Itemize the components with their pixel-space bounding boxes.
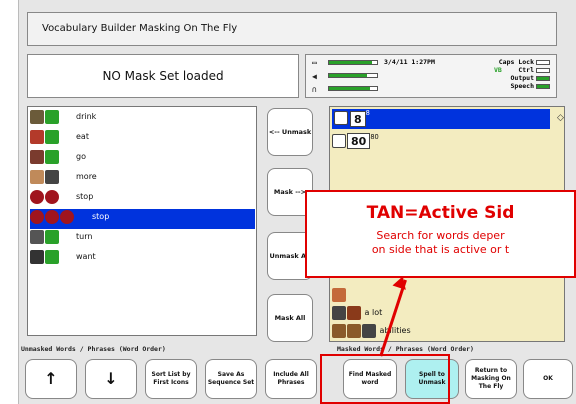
symbol-icon [332, 324, 346, 338]
symbol-icon [30, 150, 44, 164]
stop-sign-icon [45, 190, 59, 204]
caps-lock-indicator: Caps Lock [499, 58, 550, 66]
number-superscript: 8 [365, 109, 370, 117]
mask-status-box: NO Mask Set loaded [27, 54, 299, 98]
list-item[interactable]: drink [30, 109, 255, 129]
list-item[interactable]: more [30, 169, 255, 189]
mask-all-button[interactable]: Mask All [267, 294, 313, 342]
list-item-label: go [76, 152, 86, 161]
list-item[interactable]: want [30, 249, 255, 269]
unmask-button[interactable]: <-- Unmask [267, 108, 313, 156]
list-item[interactable]: stop [30, 189, 255, 209]
move-up-button[interactable]: ↑ [25, 359, 77, 399]
symbol-icon [30, 250, 44, 264]
status-panel: ▭ ◀ ∩ 3/4/11 1:27PM VB Caps Lock Ctrl Ou… [305, 54, 557, 98]
symbol-icon [332, 288, 346, 302]
symbol-icon [45, 150, 59, 164]
list-item-label: stop [76, 192, 94, 201]
symbol-icon [45, 130, 59, 144]
arrow-down-icon: ↓ [104, 369, 118, 388]
list-item-label: a lot [364, 308, 383, 317]
headphones-icon: ∩ [312, 85, 317, 94]
stop-sign-icon [30, 210, 44, 224]
sort-list-button[interactable]: Sort List by First Icons [145, 359, 197, 399]
list-item[interactable]: 80 80 [332, 133, 379, 149]
symbol-icon [30, 130, 44, 144]
symbol-icon [334, 111, 348, 125]
unmasked-list-caption: Unmasked Words / Phrases (Word Order) [21, 345, 166, 353]
battery-level-bar [328, 60, 378, 65]
stop-sign-icon [60, 210, 74, 224]
symbol-icon [332, 134, 346, 148]
speech-indicator: Speech [511, 82, 550, 90]
stop-sign-icon [45, 210, 59, 224]
symbol-icon [30, 110, 44, 124]
include-all-phrases-button[interactable]: Include All Phrases [265, 359, 317, 399]
callout-heading: TAN=Active Sid [366, 203, 515, 223]
number-label: 80 [347, 133, 371, 149]
list-item-selected[interactable]: stop [30, 209, 255, 229]
annotation-callout: TAN=Active Sid Search for words deper on… [305, 190, 576, 278]
volume-bar[interactable] [328, 73, 378, 78]
stop-sign-icon [30, 190, 44, 204]
symbol-icon [45, 230, 59, 244]
speech-label: Speech [510, 82, 534, 90]
symbol-icon [332, 306, 346, 320]
symbol-icon [347, 324, 361, 338]
list-item[interactable]: abilities [332, 323, 411, 338]
list-item[interactable]: a lot [332, 305, 382, 320]
move-down-button[interactable]: ↓ [85, 359, 137, 399]
headphone-volume-bar[interactable] [328, 86, 378, 91]
list-item-selected[interactable]: 88 [332, 109, 550, 129]
highlight-frame [320, 354, 450, 404]
callout-line-1: Search for words deper [376, 229, 505, 242]
arrow-up-icon: ↑ [44, 369, 58, 388]
save-as-sequence-set-button[interactable]: Save As Sequence Set [205, 359, 257, 399]
scroll-indicator-icon[interactable]: ◇ [557, 113, 564, 123]
battery-icon: ▭ [312, 58, 317, 67]
ok-button[interactable]: OK [523, 359, 573, 399]
list-item[interactable]: go [30, 149, 255, 169]
list-item-label: drink [76, 112, 97, 121]
number-label: 8 [350, 111, 366, 127]
list-item[interactable] [332, 287, 347, 302]
list-item-label: want [76, 252, 96, 261]
return-to-masking-button[interactable]: Return to Masking On The Fly [465, 359, 517, 399]
list-item-label: turn [76, 232, 93, 241]
vb-indicator: VB [494, 66, 502, 74]
window-title: Vocabulary Builder Masking On The Fly [27, 12, 557, 46]
unmasked-words-list[interactable]: drink eat go more stop stop turn want [27, 106, 257, 336]
datetime: 3/4/11 1:27PM [384, 58, 435, 66]
caps-lock-label: Caps Lock [498, 58, 534, 66]
speaker-icon: ◀ [312, 72, 317, 81]
output-label: Output [510, 74, 534, 82]
list-item-label: eat [76, 132, 89, 141]
symbol-icon [30, 230, 44, 244]
number-superscript: 80 [370, 133, 379, 141]
list-item-label: abilities [379, 326, 411, 335]
callout-line-2: on side that is active or t [371, 243, 510, 256]
symbol-icon [347, 306, 361, 320]
symbol-icon [45, 110, 59, 124]
symbol-icon [45, 250, 59, 264]
list-item-label: stop [92, 212, 110, 221]
symbol-icon [45, 170, 59, 184]
list-item[interactable]: turn [30, 229, 255, 249]
ctrl-label: Ctrl [518, 66, 534, 74]
ctrl-indicator: Ctrl [518, 66, 550, 74]
symbol-icon [30, 170, 44, 184]
masked-list-caption: Masked Words / Phrases (Word Order) [337, 345, 474, 353]
list-item-label: more [76, 172, 97, 181]
symbol-icon [362, 324, 376, 338]
list-item[interactable]: eat [30, 129, 255, 149]
output-indicator: Output [511, 74, 550, 82]
